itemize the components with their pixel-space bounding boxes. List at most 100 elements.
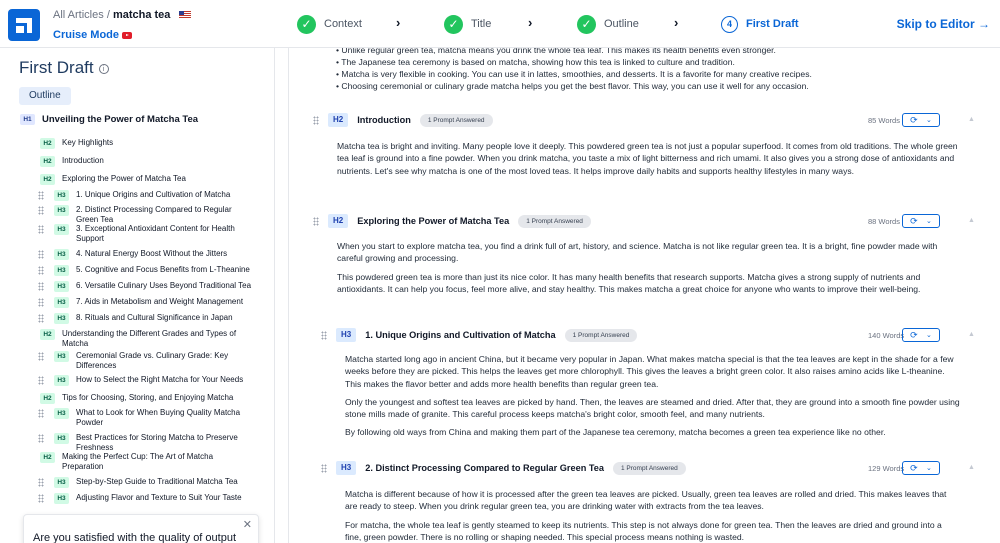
drag-handle-icon[interactable] bbox=[38, 266, 44, 275]
outline-item[interactable]: H3 Adjusting Flavor and Texture to Suit Y… bbox=[38, 493, 253, 504]
drag-handle-icon[interactable] bbox=[38, 282, 44, 291]
outline-item[interactable]: H3 8. Rituals and Cultural Significance i… bbox=[38, 313, 253, 324]
collapse-icon[interactable]: ▲ bbox=[968, 331, 975, 338]
outline-item-label: 3. Exceptional Antioxidant Content for H… bbox=[76, 224, 235, 243]
refresh-icon: ⟳ bbox=[910, 462, 918, 473]
outline-item[interactable]: H3 7. Aids in Metabolism and Weight Manag… bbox=[38, 297, 253, 308]
section-title[interactable]: Introduction bbox=[357, 115, 411, 125]
paragraph[interactable]: Matcha is different because of how it is… bbox=[345, 488, 960, 513]
heading-level-badge: H2 bbox=[328, 113, 349, 127]
drag-handle-icon[interactable] bbox=[38, 376, 44, 385]
outline-item[interactable]: H3 Best Practices for Storing Matcha to P… bbox=[38, 433, 253, 453]
collapse-icon[interactable]: ▲ bbox=[968, 464, 975, 471]
collapse-icon[interactable]: ▲ bbox=[968, 217, 975, 224]
section-title[interactable]: 1. Unique Origins and Cultivation of Mat… bbox=[365, 330, 555, 340]
regenerate-dropdown[interactable]: ⟳ ⌄ bbox=[902, 461, 940, 475]
outline-item[interactable]: H3 4. Natural Energy Boost Without the Ji… bbox=[38, 249, 253, 260]
drag-handle-icon[interactable] bbox=[38, 191, 44, 200]
breadcrumb-all-articles[interactable]: All Articles bbox=[53, 9, 104, 21]
regenerate-dropdown[interactable]: ⟳ ⌄ bbox=[902, 113, 940, 127]
step-outline[interactable]: ✓ Outline bbox=[577, 14, 639, 34]
paragraph[interactable]: For matcha, the whole tea leaf is gently… bbox=[345, 519, 960, 543]
section-body[interactable]: Matcha started long ago in ancient China… bbox=[345, 353, 960, 445]
outline-item[interactable]: H2 Understanding the Different Grades and… bbox=[38, 329, 253, 349]
drag-handle-icon[interactable] bbox=[38, 409, 44, 418]
chevron-down-icon: ⌄ bbox=[925, 465, 932, 472]
drag-handle-icon[interactable] bbox=[313, 116, 319, 125]
outline-item[interactable]: H3 1. Unique Origins and Cultivation of M… bbox=[38, 190, 253, 201]
outline-item-label: Key Highlights bbox=[62, 138, 114, 147]
section-body[interactable]: When you start to explore matcha tea, yo… bbox=[337, 240, 962, 301]
outline-item[interactable]: H3 Ceremonial Grade vs. Culinary Grade: K… bbox=[38, 351, 253, 371]
tab-outline[interactable]: Outline bbox=[19, 87, 71, 105]
drag-handle-icon[interactable] bbox=[38, 352, 44, 361]
drag-handle-icon[interactable] bbox=[38, 314, 44, 323]
drag-handle-icon[interactable] bbox=[38, 206, 44, 215]
refresh-icon: ⟳ bbox=[910, 329, 918, 340]
outline-item-label: 4. Natural Energy Boost Without the Jitt… bbox=[76, 249, 228, 258]
heading-level-badge: H3 bbox=[54, 477, 69, 488]
drag-handle-icon[interactable] bbox=[321, 331, 327, 340]
outline-item[interactable]: H3 3. Exceptional Antioxidant Content for… bbox=[38, 224, 253, 244]
close-icon[interactable]: ✕ bbox=[243, 518, 252, 531]
panel-title: First Draft i bbox=[19, 58, 109, 78]
outline-item-label: Unveiling the Power of Matcha Tea bbox=[42, 114, 199, 125]
refresh-icon: ⟳ bbox=[910, 114, 918, 125]
chevron-down-icon: ⌄ bbox=[925, 332, 932, 339]
outline-item[interactable]: H2 Introduction bbox=[38, 156, 253, 167]
drag-handle-icon[interactable] bbox=[38, 478, 44, 487]
drag-handle-icon[interactable] bbox=[38, 250, 44, 259]
step-title[interactable]: ✓ Title bbox=[444, 14, 491, 34]
outline-item[interactable]: H3 Step-by-Step Guide to Traditional Matc… bbox=[38, 477, 253, 488]
outline-item-label: How to Select the Right Matcha for Your … bbox=[76, 375, 244, 384]
section-body[interactable]: Matcha is different because of how it is… bbox=[345, 488, 960, 543]
info-icon[interactable]: i bbox=[98, 63, 109, 74]
drag-handle-icon[interactable] bbox=[313, 217, 319, 226]
outline-item[interactable]: H3 How to Select the Right Matcha for You… bbox=[38, 375, 253, 386]
cruise-mode-link[interactable]: Cruise Mode bbox=[53, 29, 133, 41]
section-title[interactable]: Exploring the Power of Matcha Tea bbox=[357, 216, 509, 226]
check-icon: ✓ bbox=[577, 14, 596, 34]
regenerate-dropdown[interactable]: ⟳ ⌄ bbox=[902, 214, 940, 228]
outline-item[interactable]: H3 6. Versatile Culinary Uses Beyond Trad… bbox=[38, 281, 253, 292]
drag-handle-icon[interactable] bbox=[38, 225, 44, 234]
skip-to-editor-button[interactable]: Skip to Editor → bbox=[897, 17, 990, 31]
outline-item[interactable]: H2 Tips for Choosing, Storing, and Enjoyi… bbox=[38, 393, 253, 404]
paragraph[interactable]: Matcha tea is bright and inviting. Many … bbox=[337, 140, 962, 177]
outline-item[interactable]: H3 2. Distinct Processing Compared to Reg… bbox=[38, 205, 253, 225]
chevron-right-icon: › bbox=[674, 15, 679, 30]
paragraph[interactable]: When you start to explore matcha tea, yo… bbox=[337, 240, 962, 265]
app-logo[interactable] bbox=[8, 9, 40, 41]
outline-item[interactable]: H1 Unveiling the Power of Matcha Tea bbox=[20, 114, 250, 125]
paragraph[interactable]: Only the youngest and softest tea leaves… bbox=[345, 396, 960, 421]
heading-level-badge: H2 bbox=[40, 393, 55, 404]
section-body[interactable]: Matcha tea is bright and inviting. Many … bbox=[337, 140, 962, 183]
drag-handle-icon[interactable] bbox=[321, 464, 327, 473]
outline-item-label: Tips for Choosing, Storing, and Enjoying… bbox=[62, 393, 234, 402]
list-item: Unlike regular green tea, matcha means y… bbox=[336, 48, 976, 56]
outline-panel: First Draft i Outline H1 Unveiling the Pow… bbox=[0, 48, 275, 543]
paragraph[interactable]: This powdered green tea is more than jus… bbox=[337, 271, 962, 296]
section-title[interactable]: 2. Distinct Processing Compared to Regul… bbox=[365, 463, 604, 473]
outline-item[interactable]: H3 What to Look for When Buying Quality M… bbox=[38, 408, 253, 428]
check-icon: ✓ bbox=[444, 14, 463, 34]
heading-level-badge: H3 bbox=[54, 433, 69, 444]
collapse-icon[interactable]: ▲ bbox=[968, 116, 975, 123]
step-context[interactable]: ✓ Context bbox=[297, 14, 362, 34]
paragraph[interactable]: By following old ways from China and mak… bbox=[345, 426, 960, 438]
regenerate-dropdown[interactable]: ⟳ ⌄ bbox=[902, 328, 940, 342]
paragraph[interactable]: Matcha started long ago in ancient China… bbox=[345, 353, 960, 390]
outline-item-label: Introduction bbox=[62, 156, 104, 165]
outline-item[interactable]: H2 Making the Perfect Cup: The Art of Mat… bbox=[38, 452, 253, 472]
drag-handle-icon[interactable] bbox=[38, 494, 44, 503]
outline-item[interactable]: H2 Exploring the Power of Matcha Tea bbox=[38, 174, 253, 185]
outline-item[interactable]: H3 5. Cognitive and Focus Benefits from L… bbox=[38, 265, 253, 276]
heading-level-badge: H2 bbox=[40, 138, 55, 149]
word-count: 88 Words bbox=[868, 217, 900, 226]
step-first-draft[interactable]: 4 First Draft bbox=[721, 14, 799, 34]
word-count: 85 Words bbox=[868, 116, 900, 125]
outline-item[interactable]: H2 Key Highlights bbox=[38, 138, 253, 149]
heading-level-badge: H1 bbox=[20, 114, 35, 125]
drag-handle-icon[interactable] bbox=[38, 298, 44, 307]
drag-handle-icon[interactable] bbox=[38, 434, 44, 443]
